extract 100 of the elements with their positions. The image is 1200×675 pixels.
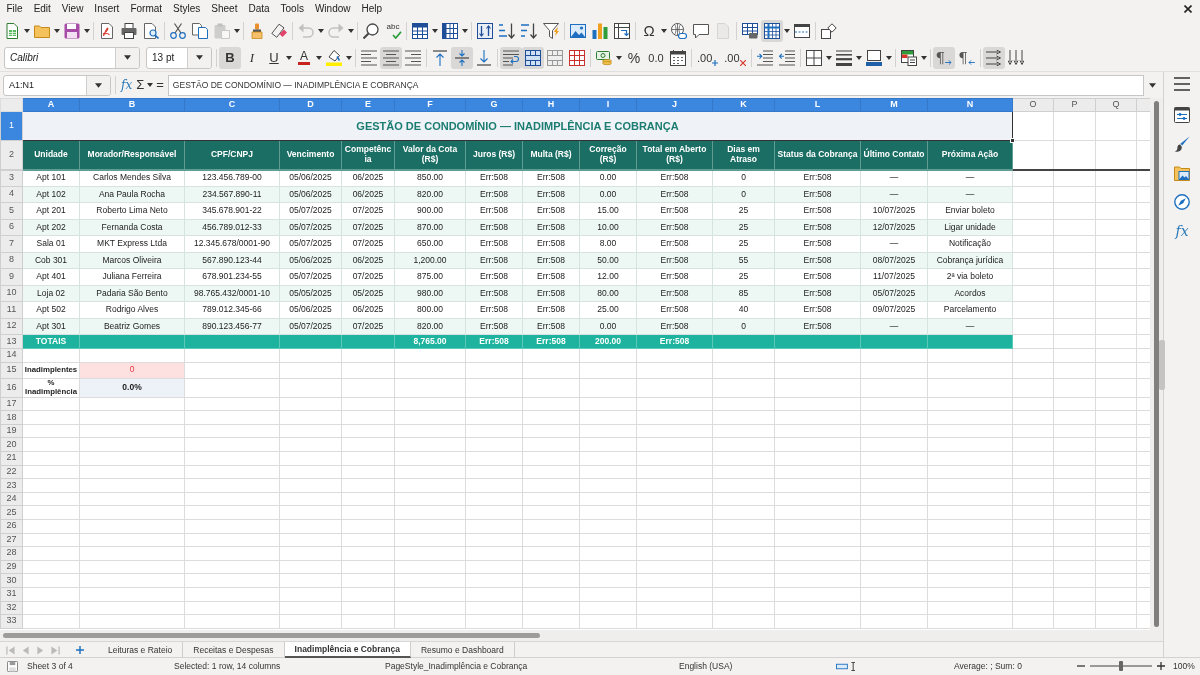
menu-item[interactable]: View xyxy=(56,0,89,17)
paintbrush-icon[interactable] xyxy=(1174,136,1190,152)
text-horizontal-button[interactable] xyxy=(982,46,1005,69)
column-header[interactable]: C xyxy=(184,98,280,112)
caret-icon[interactable] xyxy=(348,28,354,33)
sidebar-handle[interactable] xyxy=(1159,340,1165,390)
column-header[interactable]: J xyxy=(636,98,713,112)
column-header[interactable]: O xyxy=(1012,98,1054,112)
caret-icon[interactable] xyxy=(84,28,90,33)
scrollbar-thumb[interactable] xyxy=(1154,101,1159,627)
caret-icon[interactable] xyxy=(825,55,832,60)
caret-icon[interactable] xyxy=(54,28,60,33)
menu-item[interactable]: Styles xyxy=(167,0,206,17)
dropdown-button[interactable] xyxy=(115,47,139,68)
caret-icon[interactable] xyxy=(318,28,324,33)
caret-icon[interactable] xyxy=(462,28,468,33)
font-color-button[interactable]: A xyxy=(293,46,315,69)
dropdown-button[interactable] xyxy=(187,47,211,68)
function-wizard-button[interactable]: fx xyxy=(119,75,135,95)
column-header[interactable]: E xyxy=(341,98,395,112)
column-header[interactable]: P xyxy=(1053,98,1096,112)
caret-icon[interactable] xyxy=(432,28,438,33)
vertical-scrollbar[interactable] xyxy=(1150,98,1163,630)
right-to-left-button[interactable]: ¶ xyxy=(955,46,978,69)
zoom-level[interactable]: 100% xyxy=(1173,661,1195,671)
column-header[interactable]: Q xyxy=(1095,98,1137,112)
align-center-button[interactable] xyxy=(380,46,402,69)
close-icon[interactable] xyxy=(1184,4,1192,13)
plus-icon[interactable] xyxy=(1157,662,1165,670)
wrap-text-button[interactable] xyxy=(500,46,522,69)
menu-item[interactable]: Data xyxy=(242,0,276,17)
menu-item[interactable]: Sheet xyxy=(205,0,243,17)
column-header[interactable]: A xyxy=(22,98,80,112)
caret-icon[interactable] xyxy=(920,55,927,60)
number-format-button[interactable]: 0.0 xyxy=(645,46,667,69)
delete-decimal-button[interactable]: .00 xyxy=(721,46,749,69)
caret-icon[interactable] xyxy=(316,55,322,60)
menu-item[interactable]: Insert xyxy=(88,0,125,17)
selection-mode-icon[interactable] xyxy=(836,661,856,671)
menu-item[interactable]: Format xyxy=(124,0,168,17)
align-middle-button[interactable] xyxy=(451,46,473,69)
freeze-button[interactable] xyxy=(761,19,783,42)
caret-icon[interactable] xyxy=(885,55,892,60)
underline-button[interactable]: U xyxy=(263,46,285,69)
menu-item[interactable]: Edit xyxy=(28,0,57,17)
sheet-tab[interactable]: Resumo e Dashboard xyxy=(410,642,515,658)
font-name-combobox[interactable]: Calibri xyxy=(4,46,140,69)
sliders-panel-icon[interactable] xyxy=(1174,107,1190,123)
caret-icon[interactable] xyxy=(616,55,622,60)
caret-icon[interactable] xyxy=(855,55,862,60)
caret-icon[interactable] xyxy=(147,83,154,87)
caret-icon[interactable] xyxy=(346,55,352,60)
left-to-right-button[interactable]: ¶ xyxy=(932,46,956,69)
bold-button[interactable]: B xyxy=(219,46,241,69)
merge-center-button[interactable] xyxy=(522,46,544,69)
menu-item[interactable]: File xyxy=(1,0,29,17)
column-header[interactable]: M xyxy=(860,98,928,112)
column-header[interactable]: D xyxy=(279,98,342,112)
caret-icon[interactable] xyxy=(661,28,667,33)
column-header[interactable]: I xyxy=(579,98,637,112)
percent-button[interactable]: % xyxy=(623,46,645,69)
minus-icon[interactable] xyxy=(1077,662,1085,670)
column-header[interactable]: L xyxy=(774,98,861,112)
caret-icon[interactable] xyxy=(24,28,30,33)
column-header[interactable]: G xyxy=(465,98,523,112)
menu-item[interactable]: Help xyxy=(356,0,388,17)
image-folder-icon[interactable] xyxy=(1174,165,1190,181)
slider-thumb[interactable] xyxy=(1119,661,1123,671)
menu-item[interactable]: Window xyxy=(309,0,356,17)
column-header[interactable]: B xyxy=(79,98,185,112)
column-header[interactable]: F xyxy=(394,98,466,112)
compass-icon[interactable] xyxy=(1174,194,1190,210)
caret-icon[interactable] xyxy=(234,28,240,33)
sheet-tab[interactable]: Receitas e Despesas xyxy=(183,642,285,658)
special-character-button[interactable]: Ω xyxy=(638,19,660,42)
row-header[interactable]: 1 xyxy=(0,111,23,141)
column-header[interactable]: N xyxy=(927,98,1013,112)
horizontal-scrollbar[interactable] xyxy=(0,630,1163,641)
row-header[interactable]: 2 xyxy=(0,140,23,170)
caret-icon[interactable] xyxy=(286,55,292,60)
sum-button[interactable]: Σ xyxy=(134,75,147,95)
caret-icon[interactable] xyxy=(784,28,790,33)
column-header[interactable]: K xyxy=(712,98,775,112)
spelling-button[interactable]: abc xyxy=(382,19,404,42)
dropdown-button[interactable] xyxy=(86,75,110,95)
add-decimal-button[interactable]: .00 xyxy=(694,46,722,69)
formula-button[interactable]: = xyxy=(154,75,166,95)
fill-handle[interactable] xyxy=(1010,138,1015,143)
name-box[interactable]: A1:N1 xyxy=(3,74,111,96)
scrollbar-thumb[interactable] xyxy=(3,633,540,638)
sheet-tab[interactable]: Inadimplência e Cobrança xyxy=(284,642,411,658)
font-size-combobox[interactable]: 13 pt xyxy=(146,46,212,69)
plus-icon[interactable] xyxy=(76,646,84,654)
functions-button[interactable]: fx xyxy=(1175,223,1189,239)
italic-button[interactable]: I xyxy=(241,46,263,69)
column-header[interactable]: H xyxy=(522,98,580,112)
formula-input[interactable]: GESTÃO DE CONDOMÍNIO — INADIMPLÊNCIA E COBRANÇA xyxy=(167,74,1144,96)
menu-item[interactable]: Tools xyxy=(275,0,310,17)
sheet-tab[interactable]: Leituras e Rateio xyxy=(98,642,184,658)
menu-icon[interactable] xyxy=(1174,76,1190,92)
